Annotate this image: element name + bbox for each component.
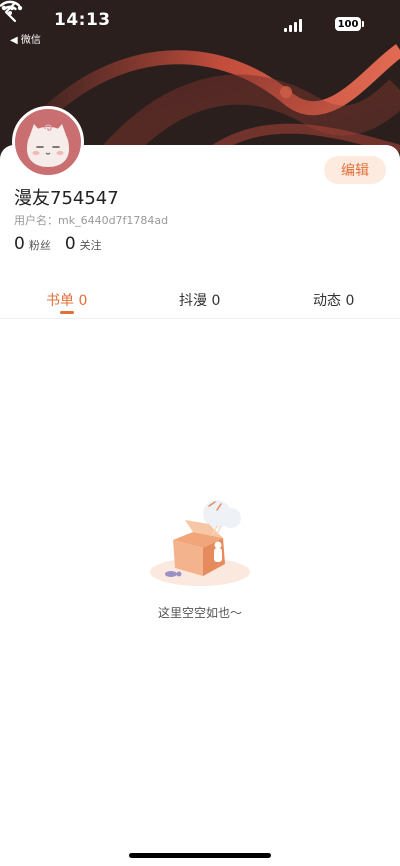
following-label: 关注 [79,239,102,252]
avatar[interactable] [12,106,84,178]
tab-active-indicator [60,311,74,314]
back-to-app-link[interactable]: ◀ 微信 [10,31,41,46]
status-bar: 14:13 ◀ 微信 100 [0,0,400,48]
home-indicator[interactable] [129,853,271,858]
profile-username: 用户名：mk_6440d7f1784ad [14,214,169,227]
battery-tip [362,21,364,27]
follow-stats: 0 粉丝 0 关注 [14,234,102,254]
more-icon[interactable] [0,0,24,16]
edit-profile-button[interactable]: 编辑 [324,156,386,184]
tab-booklist[interactable]: 书单 0 [46,290,87,310]
following-count: 0 [64,234,76,254]
avatar-cat-icon [27,124,69,167]
status-time: 14:13 [54,10,111,30]
tab-activity[interactable]: 动态 0 [313,290,354,310]
followers-count: 0 [14,234,25,254]
followers-label: 粉丝 [28,239,51,252]
battery-icon: 100 [335,17,361,31]
profile-tabs: 书单 0 抖漫 0 动态 0 [0,286,400,319]
profile-nickname: 漫友754547 [14,188,119,209]
empty-box-illustration [150,500,250,586]
followers-stat[interactable]: 0 粉丝 [14,234,51,254]
tab-doumanga[interactable]: 抖漫 0 [179,290,220,310]
empty-state-text: 这里空空如也～ [157,606,242,620]
signal-icon [284,19,304,32]
following-stat[interactable]: 0 关注 [65,234,102,254]
